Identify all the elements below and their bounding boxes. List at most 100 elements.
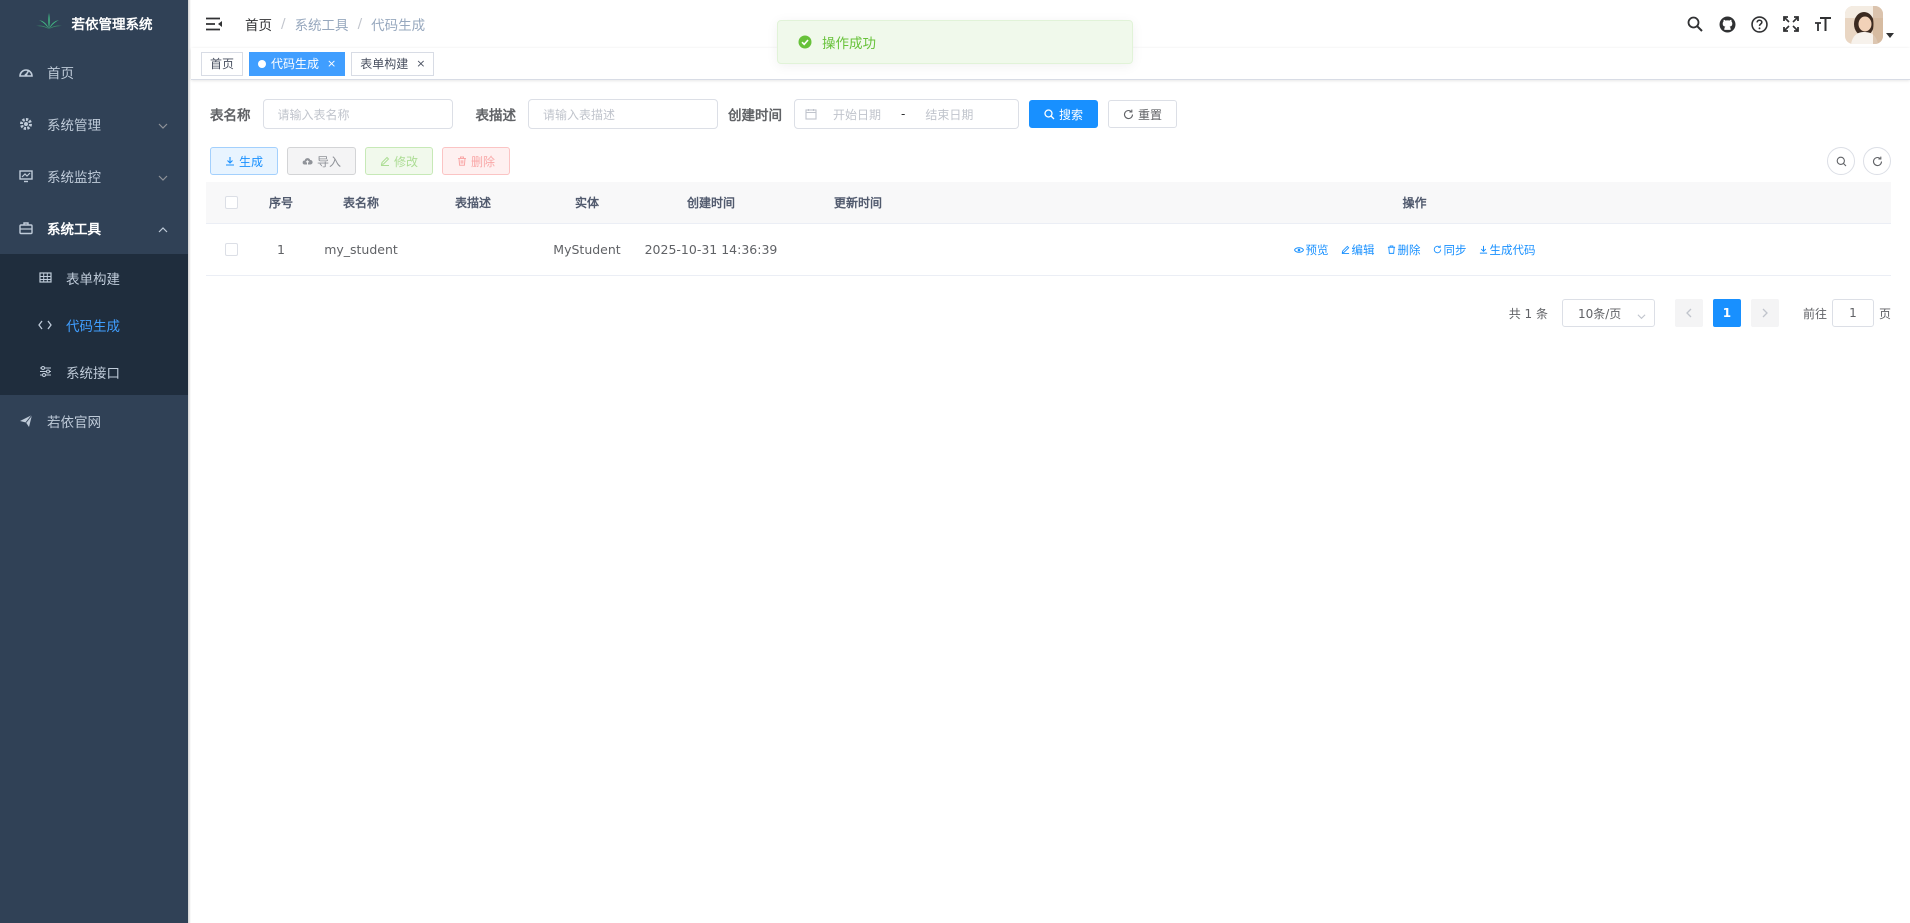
sidebar-item-form-builder[interactable]: 表单构建 xyxy=(0,254,188,301)
column-header: 操作 xyxy=(1402,196,1427,210)
sidebar-item-system-management[interactable]: 系统管理 xyxy=(0,98,188,150)
start-date-placeholder[interactable]: 开始日期 xyxy=(833,106,881,123)
generate-button[interactable]: 生成 xyxy=(210,147,279,175)
prev-page-button[interactable] xyxy=(1674,299,1703,327)
eye-icon xyxy=(1293,246,1304,254)
delete-link[interactable]: 删除 xyxy=(1387,242,1421,258)
fullscreen-icon[interactable] xyxy=(1775,0,1807,48)
reset-button-label: 重置 xyxy=(1138,107,1163,122)
table-desc-input[interactable]: 请输入表描述 xyxy=(528,99,718,129)
edit-button-label: 修改 xyxy=(394,154,419,169)
sidebar-item-label: 系统监控 xyxy=(47,170,101,186)
preview-label: 预览 xyxy=(1305,242,1329,257)
search-icon[interactable] xyxy=(1679,0,1711,48)
upload-cloud-icon xyxy=(302,156,313,166)
table-row[interactable]: 1 my_student MyStudent 2025-10-31 14:36:… xyxy=(206,224,1891,276)
sidebar-item-home[interactable]: 首页 xyxy=(0,46,188,98)
table-name-label: 表名称 xyxy=(210,108,251,124)
help-icon[interactable] xyxy=(1743,0,1775,48)
refresh-icon xyxy=(1433,245,1442,254)
column-header: 实体 xyxy=(574,196,599,210)
column-header: 表名称 xyxy=(342,196,379,210)
sync-link[interactable]: 同步 xyxy=(1433,242,1467,258)
toolbox-icon xyxy=(19,221,33,235)
download-icon xyxy=(225,156,235,166)
edit-icon xyxy=(380,156,390,166)
sidebar-item-system-api[interactable]: 系统接口 xyxy=(0,348,188,395)
edit-button[interactable]: 修改 xyxy=(365,147,434,175)
font-size-icon[interactable] xyxy=(1807,0,1839,48)
pagination: 共 1 条 10条/页 1 前往 1 页 xyxy=(1509,299,1891,327)
refresh-icon xyxy=(1872,156,1883,167)
breadcrumb-home[interactable]: 首页 xyxy=(245,14,272,34)
sidebar-item-code-gen[interactable]: 代码生成 xyxy=(0,301,188,348)
row-checkbox[interactable] xyxy=(224,243,238,256)
sidebar-logo[interactable]: 若依管理系统 xyxy=(0,0,188,46)
trash-icon xyxy=(457,156,467,166)
breadcrumb: 首页 / 系统工具 / 代码生成 xyxy=(245,14,425,34)
table-desc-placeholder: 请输入表描述 xyxy=(543,107,616,122)
dashboard-icon xyxy=(19,65,33,79)
tag-home[interactable]: 首页 xyxy=(201,51,244,76)
close-icon[interactable]: × xyxy=(327,57,336,70)
sidebar-item-label: 若依官网 xyxy=(47,415,101,431)
app-title: 若依管理系统 xyxy=(71,17,153,33)
sliders-icon xyxy=(38,365,52,379)
reset-button[interactable]: 重置 xyxy=(1108,100,1178,128)
select-all-checkbox[interactable] xyxy=(224,196,238,209)
chevron-left-icon xyxy=(1685,308,1693,318)
column-header: 表描述 xyxy=(454,196,491,210)
sidebar-item-system-monitor[interactable]: 系统监控 xyxy=(0,150,188,202)
table-name-input[interactable]: 请输入表名称 xyxy=(262,99,453,129)
cell-seq: 1 xyxy=(277,242,285,257)
column-header: 序号 xyxy=(268,196,293,210)
cell-create-time: 2025-10-31 14:36:39 xyxy=(644,242,778,257)
send-icon xyxy=(19,414,33,428)
delete-label: 删除 xyxy=(1397,242,1421,257)
page-size-value: 10条/页 xyxy=(1577,306,1622,321)
sidebar: 若依管理系统 首页 系统管理 系统监控 系统工具 表单构建 代码生成 系统接口 … xyxy=(0,0,191,923)
preview-link[interactable]: 预览 xyxy=(1293,242,1329,258)
refresh-table-button[interactable] xyxy=(1863,147,1891,175)
refresh-icon xyxy=(1123,109,1134,120)
tag-label: 代码生成 xyxy=(271,57,320,71)
sidebar-submenu-system-tools: 表单构建 代码生成 系统接口 xyxy=(0,254,188,395)
column-header: 创建时间 xyxy=(686,196,735,210)
import-button[interactable]: 导入 xyxy=(287,147,357,175)
row-select-cell xyxy=(206,243,256,256)
table-name-placeholder: 请输入表名称 xyxy=(277,107,350,122)
search-button[interactable]: 搜索 xyxy=(1029,100,1099,128)
goto-page-input[interactable]: 1 xyxy=(1831,299,1874,327)
generate-code-link[interactable]: 生成代码 xyxy=(1479,242,1536,258)
github-icon[interactable] xyxy=(1711,0,1743,48)
cell-entity: MyStudent xyxy=(553,242,621,257)
next-page-button[interactable] xyxy=(1750,299,1779,327)
delete-button[interactable]: 删除 xyxy=(442,147,511,175)
toggle-search-button[interactable] xyxy=(1827,147,1855,175)
monitor-icon xyxy=(19,169,33,183)
end-date-placeholder[interactable]: 结束日期 xyxy=(925,106,973,123)
toast-message: 操作成功 xyxy=(822,36,876,52)
close-icon[interactable]: × xyxy=(416,57,425,70)
page-jumper: 前往 1 页 xyxy=(1803,299,1891,327)
page-suffix: 页 xyxy=(1878,306,1891,321)
page-number-current[interactable]: 1 xyxy=(1712,299,1741,327)
table-desc-label: 表描述 xyxy=(475,108,517,124)
tag-label: 首页 xyxy=(210,57,235,71)
create-time-date-range[interactable]: 开始日期 - 结束日期 xyxy=(794,99,1019,129)
code-icon xyxy=(38,318,52,332)
page-size-select[interactable]: 10条/页 xyxy=(1561,299,1655,327)
table-toolbar: 生成 导入 修改 删除 xyxy=(210,147,511,175)
chevron-down-icon xyxy=(158,119,168,135)
edit-link[interactable]: 编辑 xyxy=(1341,242,1375,258)
cell-table-name: my_student xyxy=(324,242,398,257)
gear-icon xyxy=(19,117,33,131)
sidebar-item-system-tools[interactable]: 系统工具 xyxy=(0,202,188,254)
search-form: 表名称 请输入表名称 表描述 请输入表描述 创建时间 开始日期 - 结束日期 搜… xyxy=(210,99,1178,129)
sidebar-item-label: 代码生成 xyxy=(66,318,120,335)
hamburger-icon[interactable] xyxy=(205,13,227,35)
tag-form-builder[interactable]: 表单构建 × xyxy=(351,51,435,76)
user-avatar-dropdown[interactable] xyxy=(1845,4,1894,44)
tag-code-gen[interactable]: 代码生成 × xyxy=(249,51,346,76)
sidebar-item-ruoyi-site[interactable]: 若依官网 xyxy=(0,395,188,447)
